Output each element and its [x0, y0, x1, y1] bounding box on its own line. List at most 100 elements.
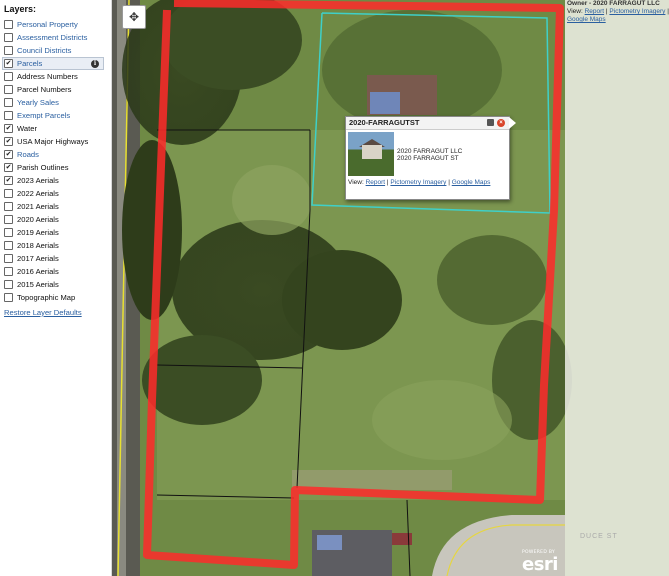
layer-checkbox-exempt-parcels[interactable] [4, 111, 13, 120]
layer-checkbox-2020-aerials[interactable] [4, 215, 13, 224]
layers-title: Layers: [4, 4, 37, 14]
layer-checkbox-personal-property[interactable] [4, 20, 13, 29]
layer-checkbox-council-districts[interactable] [4, 46, 13, 55]
street-label: DUCE ST [580, 533, 618, 540]
popup-pictometry-link[interactable]: Pictometry Imagery [390, 179, 446, 186]
layer-item-assessment-districts[interactable]: Assessment Districts [4, 31, 111, 44]
esri-wordmark: esri [522, 554, 558, 575]
layer-checkbox-roads[interactable] [4, 150, 13, 159]
layer-label-yearly-sales[interactable]: Yearly Sales [17, 98, 59, 107]
popup-pointer [509, 117, 516, 129]
layer-item-roads[interactable]: Roads [4, 148, 111, 161]
layer-label-council-districts[interactable]: Council Districts [17, 46, 71, 55]
popup-google-maps-link[interactable]: Google Maps [452, 179, 491, 186]
layer-checkbox-2023-aerials[interactable] [4, 176, 13, 185]
layer-item-parish-outlines[interactable]: Parish Outlines [4, 161, 111, 174]
layer-item-personal-property[interactable]: Personal Property [4, 18, 111, 31]
layer-item-2016-aerials[interactable]: 2016 Aerials [4, 265, 111, 278]
popup-owner: 2020 FARRAGUT LLC [397, 148, 463, 155]
layer-label-2021-aerials: 2021 Aerials [17, 202, 59, 211]
layer-item-council-districts[interactable]: Council Districts [4, 44, 111, 57]
layer-checkbox-address-numbers[interactable] [4, 72, 13, 81]
layer-checkbox-usa-major-highways[interactable] [4, 137, 13, 146]
layer-checkbox-parcel-numbers[interactable] [4, 85, 13, 94]
layer-item-topographic-map[interactable]: Topographic Map [4, 291, 111, 304]
layer-item-2017-aerials[interactable]: 2017 Aerials [4, 252, 111, 265]
layer-item-address-numbers[interactable]: Address Numbers [4, 70, 111, 83]
layer-item-2023-aerials[interactable]: 2023 Aerials [4, 174, 111, 187]
layer-label-water: Water [17, 124, 37, 133]
layer-label-exempt-parcels[interactable]: Exempt Parcels [17, 111, 70, 120]
layer-checkbox-topographic-map[interactable] [4, 293, 13, 302]
layer-checkbox-yearly-sales[interactable] [4, 98, 13, 107]
layer-label-2017-aerials: 2017 Aerials [17, 254, 59, 263]
layer-item-parcels[interactable]: Parcels i [2, 57, 104, 70]
layer-label-2020-aerials: 2020 Aerials [17, 215, 59, 224]
esri-logo: POWERED BY esri [522, 550, 558, 575]
dimmed-map-area [565, 0, 669, 576]
popup-address: 2020 FARRAGUT ST [397, 155, 459, 162]
layer-checkbox-2016-aerials[interactable] [4, 267, 13, 276]
layer-label-2016-aerials: 2016 Aerials [17, 267, 59, 276]
layer-checkbox-water[interactable] [4, 124, 13, 133]
layer-item-2022-aerials[interactable]: 2022 Aerials [4, 187, 111, 200]
layer-label-address-numbers: Address Numbers [17, 72, 78, 81]
restore-layer-defaults-link[interactable]: Restore Layer Defaults [4, 308, 111, 317]
layer-item-yearly-sales[interactable]: Yearly Sales [4, 96, 111, 109]
layer-checkbox-2019-aerials[interactable] [4, 228, 13, 237]
layer-label-2023-aerials: 2023 Aerials [17, 176, 59, 185]
layer-checkbox-parish-outlines[interactable] [4, 163, 13, 172]
esri-powered-by: POWERED BY [522, 550, 556, 555]
owner-title: Owner - 2020 FARRAGUT LLC [567, 0, 660, 7]
layer-label-assessment-districts[interactable]: Assessment Districts [17, 33, 87, 42]
owner-pictometry-link[interactable]: Pictometry Imagery [609, 8, 665, 15]
map-view[interactable]: ✥ Owner - 2020 FARRAGUT LLC View: Report… [112, 0, 669, 576]
layer-label-parish-outlines: Parish Outlines [17, 163, 69, 172]
layer-item-water[interactable]: Water [4, 122, 111, 135]
property-photo[interactable] [348, 132, 394, 176]
layer-checkbox-parcels[interactable] [4, 59, 13, 68]
owner-view-label: View: [567, 8, 583, 15]
close-icon[interactable]: × [497, 119, 505, 127]
layer-checkbox-2022-aerials[interactable] [4, 189, 13, 198]
layers-panel: Layers: Personal Property Assessment Dist… [0, 0, 112, 576]
photo-house [362, 145, 382, 159]
layer-item-parcel-numbers[interactable]: Parcel Numbers [4, 83, 111, 96]
layer-item-2020-aerials[interactable]: 2020 Aerials [4, 213, 111, 226]
layer-checkbox-assessment-districts[interactable] [4, 33, 13, 42]
popup-links: View: Report | Pictometry Imagery | Goog… [348, 179, 491, 186]
layer-item-exempt-parcels[interactable]: Exempt Parcels [4, 109, 111, 122]
layer-label-roads[interactable]: Roads [17, 150, 39, 159]
parcel-popup[interactable]: 2020-FARRAGUTST × 2020 FARRAGUT LLC 2020… [345, 116, 516, 200]
layer-checkbox-2015-aerials[interactable] [4, 280, 13, 289]
layer-label-topographic-map: Topographic Map [17, 293, 76, 302]
popup-title: 2020-FARRAGUTST [349, 118, 420, 127]
owner-info: Owner - 2020 FARRAGUT LLC View: Report |… [567, 0, 669, 24]
popup-header: 2020-FARRAGUTST × [346, 117, 509, 130]
layer-label-2015-aerials: 2015 Aerials [17, 280, 59, 289]
layer-checkbox-2017-aerials[interactable] [4, 254, 13, 263]
layer-item-2015-aerials[interactable]: 2015 Aerials [4, 278, 111, 291]
layer-label-2022-aerials: 2022 Aerials [17, 189, 59, 198]
layer-item-2021-aerials[interactable]: 2021 Aerials [4, 200, 111, 213]
layer-list: Personal Property Assessment Districts Cou… [2, 18, 111, 304]
popup-report-link[interactable]: Report [366, 179, 386, 186]
layer-item-2018-aerials[interactable]: 2018 Aerials [4, 239, 111, 252]
info-icon[interactable]: i [91, 60, 99, 68]
layer-label-usa-major-highways: USA Major Highways [17, 137, 89, 146]
layer-item-usa-major-highways[interactable]: USA Major Highways [4, 135, 111, 148]
layer-checkbox-2021-aerials[interactable] [4, 202, 13, 211]
owner-links: View: Report | Pictometry Imagery | Goog… [567, 8, 669, 23]
minimize-icon[interactable] [487, 119, 494, 126]
owner-report-link[interactable]: Report [585, 8, 605, 15]
layer-label-parcel-numbers: Parcel Numbers [17, 85, 72, 94]
layer-label-personal-property[interactable]: Personal Property [17, 20, 78, 29]
layer-checkbox-2018-aerials[interactable] [4, 241, 13, 250]
layer-label-2019-aerials: 2019 Aerials [17, 228, 59, 237]
pan-compass-icon[interactable]: ✥ [122, 5, 146, 29]
layer-item-2019-aerials[interactable]: 2019 Aerials [4, 226, 111, 239]
owner-google-maps-link[interactable]: Google Maps [567, 16, 606, 23]
layer-label-parcels[interactable]: Parcels [17, 59, 42, 68]
popup-view-label: View: [348, 179, 364, 186]
layer-label-2018-aerials: 2018 Aerials [17, 241, 59, 250]
